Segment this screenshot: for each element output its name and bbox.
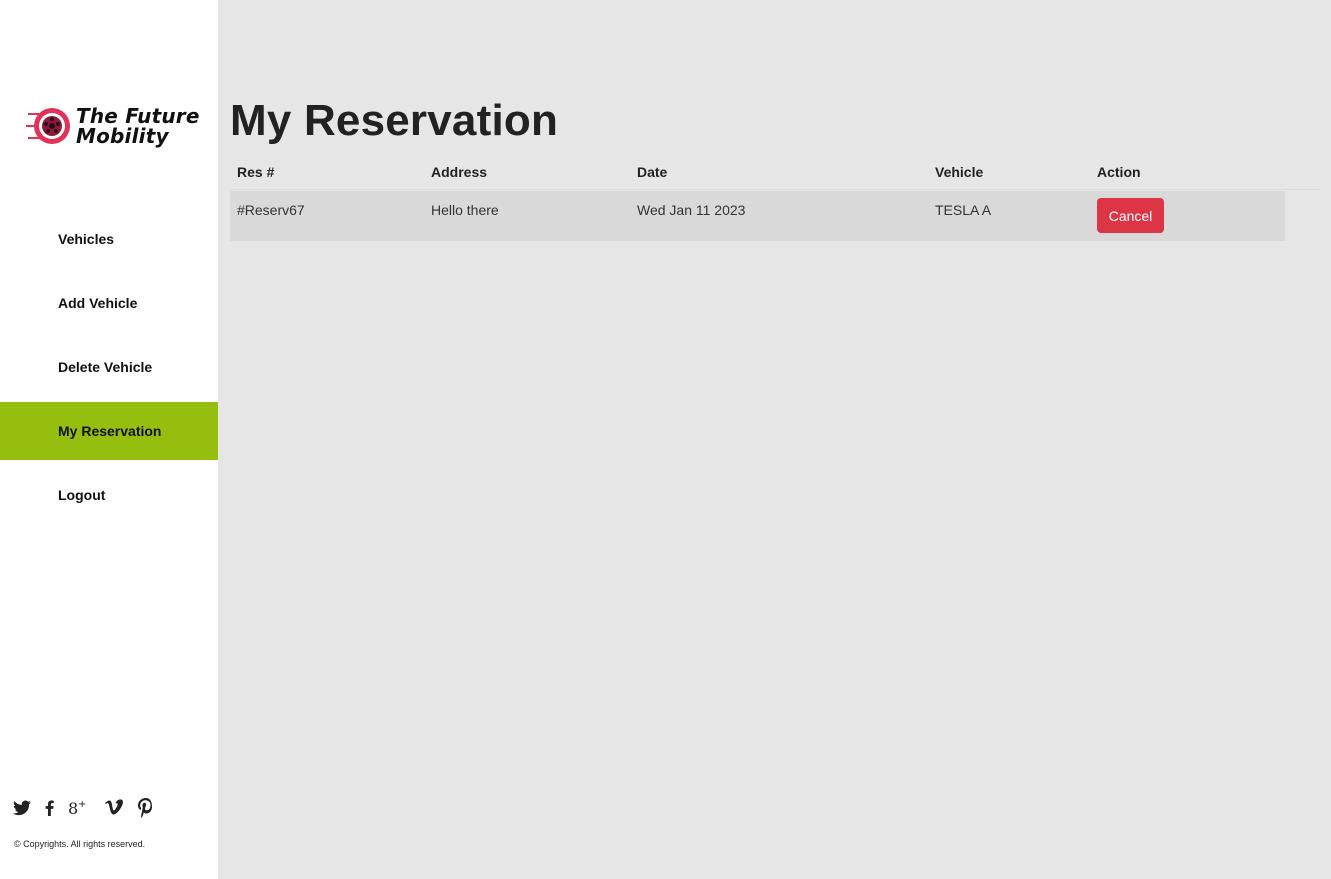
brand-line-1: The Future [76, 104, 200, 128]
cell-address: Hello there [431, 202, 499, 218]
column-header-address: Address [431, 164, 488, 180]
svg-text:8: 8 [68, 799, 78, 817]
social-links: 8 + [13, 798, 168, 818]
sidebar-item-vehicles[interactable]: Vehicles [0, 210, 218, 268]
cell-vehicle: TESLA A [935, 202, 992, 218]
column-header-action: Action [1097, 164, 1141, 180]
brand-line-2: Mobility [76, 124, 169, 148]
main-content: My Reservation Res # Address Date Vehicl… [218, 0, 1331, 879]
facebook-icon[interactable] [45, 800, 54, 816]
brand-logo[interactable]: The Future Mobility [26, 104, 200, 148]
cell-res-id: #Reserv67 [237, 202, 305, 218]
sidebar-nav: Vehicles Add Vehicle Delete Vehicle My R… [0, 210, 218, 530]
sidebar-item-logout[interactable]: Logout [0, 466, 218, 524]
sidebar-item-add-vehicle[interactable]: Add Vehicle [0, 274, 218, 332]
table-header: Res # Address Date Vehicle Action [230, 158, 1320, 190]
vimeo-icon[interactable] [104, 799, 124, 817]
table-row: #Reserv67 Hello there Wed Jan 11 2023 TE… [230, 191, 1285, 241]
tire-logo-icon [26, 104, 72, 148]
column-header-res: Res # [237, 164, 275, 180]
brand-name: The Future Mobility [76, 106, 200, 146]
pinterest-icon[interactable] [138, 798, 154, 818]
google-plus-icon[interactable]: 8 + [68, 799, 90, 817]
column-header-date: Date [637, 164, 668, 180]
sidebar-item-my-reservation[interactable]: My Reservation [0, 402, 218, 460]
page-title: My Reservation [230, 96, 559, 145]
copyright-text: © Copyrights. All rights reserved. [14, 839, 146, 849]
twitter-icon[interactable] [13, 800, 31, 816]
cell-date: Wed Jan 11 2023 [637, 202, 746, 218]
column-header-vehicle: Vehicle [935, 164, 984, 180]
cancel-button[interactable]: Cancel [1097, 198, 1164, 233]
sidebar-item-delete-vehicle[interactable]: Delete Vehicle [0, 338, 218, 396]
sidebar: The Future Mobility Vehicles Add Vehicle… [0, 0, 218, 879]
svg-text:+: + [78, 799, 86, 810]
